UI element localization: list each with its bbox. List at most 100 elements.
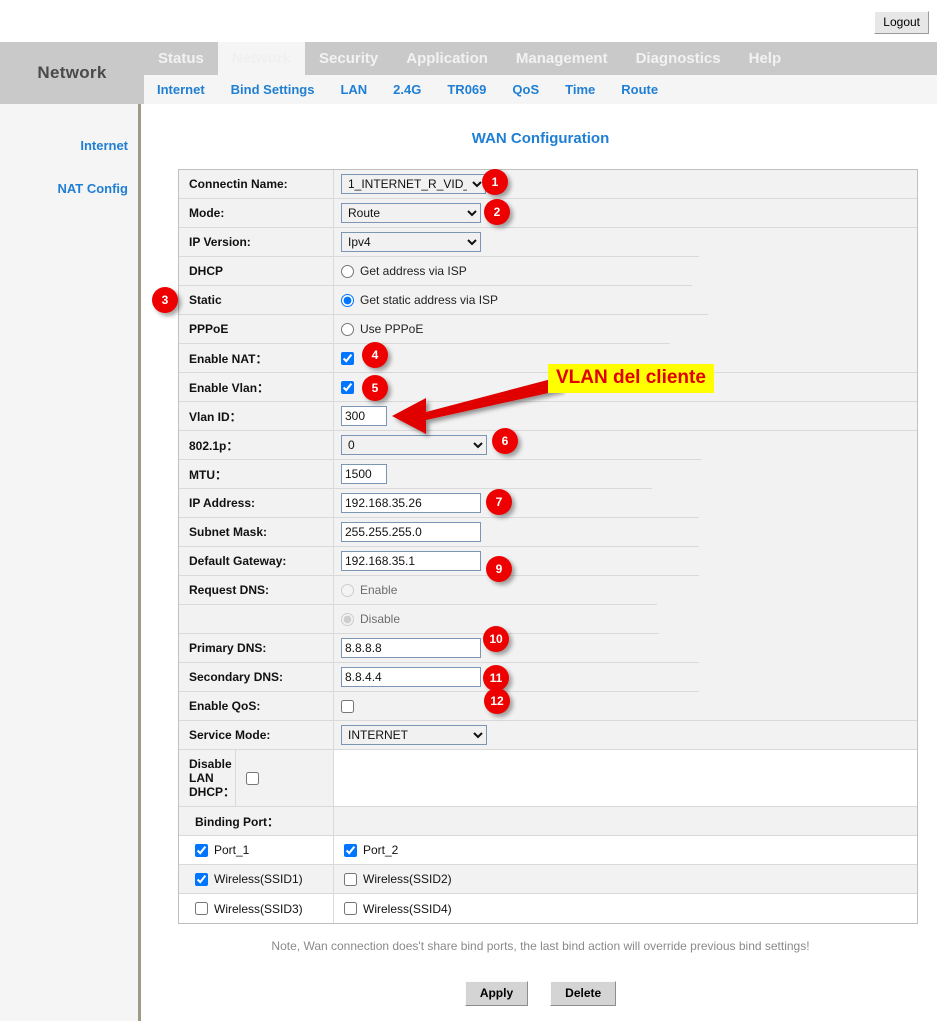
row-spacer: [702, 431, 917, 460]
apply-button[interactable]: Apply: [465, 981, 528, 1006]
nav-secondary-tabs: Internet Bind Settings LAN 2.4G TR069 Qo…: [144, 75, 937, 104]
static-radio-option[interactable]: Get static address via ISP: [341, 293, 498, 307]
annotation-badge-12: 12: [484, 688, 510, 714]
sidebar-item-internet[interactable]: Internet: [0, 138, 138, 153]
subtab-time[interactable]: Time: [552, 82, 608, 97]
tab-security[interactable]: Security: [305, 42, 392, 75]
label-static: Static: [179, 286, 334, 315]
row-spacer: [699, 228, 917, 257]
enable-nat-checkbox[interactable]: [341, 352, 354, 365]
label-ip-address: IP Address:: [179, 489, 334, 518]
default-gateway-input[interactable]: [341, 551, 481, 571]
row-default-gateway: Default Gateway:: [179, 547, 917, 576]
sidebar-item-nat-config[interactable]: NAT Config: [0, 181, 138, 196]
row-spacer: [708, 286, 917, 315]
ssid4-checkbox[interactable]: [344, 902, 357, 915]
ssid2-label: Wireless(SSID2): [363, 872, 452, 886]
page-title: WAN Configuration: [144, 130, 937, 147]
subtab-bind-settings[interactable]: Bind Settings: [218, 82, 328, 97]
label-disable-lan-dhcp: Disable LAN DHCP：: [179, 750, 236, 807]
row-spacer: [699, 489, 917, 518]
mtu-input[interactable]: [341, 464, 387, 484]
row-dot1p: 802.1p： 0: [179, 431, 917, 460]
subtab-internet[interactable]: Internet: [144, 82, 218, 97]
port-2-checkbox[interactable]: [344, 844, 357, 857]
logout-button[interactable]: Logout: [874, 11, 929, 34]
dhcp-radio[interactable]: [341, 265, 354, 278]
row-spacer: [652, 460, 917, 489]
row-dhcp: DHCP Get address via ISP: [179, 257, 917, 286]
annotation-badge-7: 7: [486, 489, 512, 515]
row-binding-port-3: Wireless(SSID3) Wireless(SSID4): [179, 894, 917, 923]
main-content: WAN Configuration Connectin Name: 1_INTE…: [144, 104, 937, 1006]
ip-version-select[interactable]: Ipv4: [341, 232, 481, 252]
body: Internet NAT Config WAN Configuration Co…: [0, 104, 937, 1021]
subtab-qos[interactable]: QoS: [499, 82, 552, 97]
annotation-badge-3: 3: [152, 287, 178, 313]
tab-management[interactable]: Management: [502, 42, 622, 75]
binding-port-header-blank: [334, 807, 917, 836]
subtab-tr069[interactable]: TR069: [434, 82, 499, 97]
ssid1-checkbox[interactable]: [195, 873, 208, 886]
row-spacer: [659, 605, 917, 634]
row-disable-lan-dhcp: Disable LAN DHCP：: [179, 750, 917, 807]
tab-help[interactable]: Help: [735, 42, 796, 75]
annotation-badge-4: 4: [362, 342, 388, 368]
disable-lan-dhcp-checkbox[interactable]: [246, 772, 259, 785]
pppoe-radio[interactable]: [341, 323, 354, 336]
row-ip-version: IP Version: Ipv4: [179, 228, 917, 257]
tab-application[interactable]: Application: [392, 42, 502, 75]
row-binding-port-1: Port_1 Port_2: [179, 836, 917, 865]
brand-label: Network: [0, 42, 144, 104]
tab-status[interactable]: Status: [144, 42, 218, 75]
subnet-mask-input[interactable]: [341, 522, 481, 542]
subtab-24g[interactable]: 2.4G: [380, 82, 434, 97]
static-radio[interactable]: [341, 294, 354, 307]
label-request-dns: Request DNS:: [179, 576, 334, 605]
vlan-id-input[interactable]: [341, 406, 387, 426]
delete-button[interactable]: Delete: [550, 981, 616, 1006]
label-default-gateway: Default Gateway:: [179, 547, 334, 576]
row-ip-address: IP Address:: [179, 489, 917, 518]
row-request-dns-enable: Request DNS: Enable: [179, 576, 917, 605]
ssid3-label: Wireless(SSID3): [214, 902, 303, 916]
tab-network[interactable]: Network: [218, 42, 305, 75]
tab-diagnostics[interactable]: Diagnostics: [622, 42, 735, 75]
row-mode: Mode: Route: [179, 199, 917, 228]
row-spacer: [657, 576, 917, 605]
request-dns-enable-option: Enable: [341, 583, 397, 597]
row-connection-name: Connectin Name: 1_INTERNET_R_VID_3: [179, 170, 917, 199]
port-1-checkbox[interactable]: [195, 844, 208, 857]
connection-name-select[interactable]: 1_INTERNET_R_VID_3: [341, 174, 486, 194]
enable-vlan-checkbox[interactable]: [341, 381, 354, 394]
ssid3-checkbox[interactable]: [195, 902, 208, 915]
ssid4-label: Wireless(SSID4): [363, 902, 452, 916]
enable-qos-checkbox[interactable]: [341, 700, 354, 713]
static-option-label: Get static address via ISP: [360, 293, 498, 307]
row-binding-port-2: Wireless(SSID1) Wireless(SSID2): [179, 865, 917, 894]
annotation-badge-1: 1: [482, 169, 508, 195]
row-request-dns-disable: Disable: [179, 605, 917, 634]
annotation-badge-9: 9: [486, 556, 512, 582]
row-secondary-dns: Secondary DNS:: [179, 663, 917, 692]
secondary-dns-input[interactable]: [341, 667, 481, 687]
service-mode-select[interactable]: INTERNET: [341, 725, 487, 745]
label-mtu: MTU：: [179, 460, 334, 489]
primary-dns-input[interactable]: [341, 638, 481, 658]
subtab-lan[interactable]: LAN: [327, 82, 380, 97]
ssid2-checkbox[interactable]: [344, 873, 357, 886]
nav-primary-tabs: Status Network Security Application Mana…: [144, 42, 795, 75]
row-binding-port-header: Binding Port：: [179, 807, 917, 836]
dhcp-radio-option[interactable]: Get address via ISP: [341, 264, 467, 278]
top-bar: Logout: [0, 0, 937, 42]
row-spacer: [699, 547, 917, 576]
row-static: Static Get static address via ISP: [179, 286, 917, 315]
row-primary-dns: Primary DNS:: [179, 634, 917, 663]
ip-address-input[interactable]: [341, 493, 481, 513]
dot1p-select[interactable]: 0: [341, 435, 487, 455]
pppoe-radio-option[interactable]: Use PPPoE: [341, 322, 423, 336]
subtab-route[interactable]: Route: [608, 82, 671, 97]
row-vlan-id: Vlan ID：: [179, 402, 917, 431]
mode-select[interactable]: Route: [341, 203, 481, 223]
ssid1-label: Wireless(SSID1): [214, 872, 303, 886]
